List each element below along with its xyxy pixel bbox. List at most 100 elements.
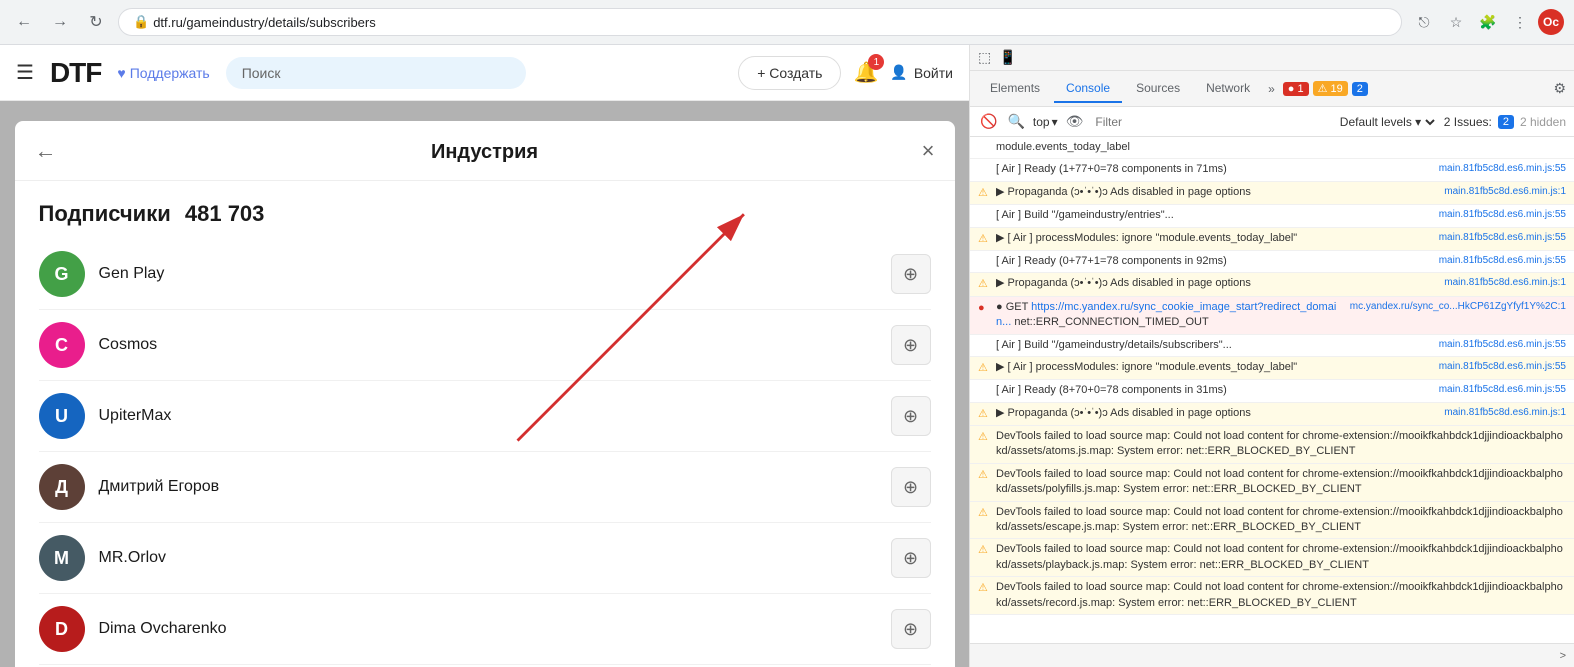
main-layout: ☰ DTF ♥ Поддержать Поиск + Создать 🔔 1 👤… xyxy=(0,45,1574,667)
filter-input[interactable] xyxy=(1091,113,1329,131)
follow-button[interactable]: ⊕ xyxy=(891,325,931,365)
log-entry: [ Air ] Ready (1+77+0=78 components in 7… xyxy=(970,159,1574,181)
inspect-icon[interactable]: ⬚ xyxy=(978,49,991,66)
clear-log-button[interactable]: 🚫 xyxy=(978,111,999,132)
log-icon: ⚠ xyxy=(978,543,992,558)
log-text: [ Air ] Build "/gameindustry/entries"... xyxy=(996,208,1435,223)
tab-more[interactable]: » xyxy=(1264,76,1279,102)
log-icon: ⚠ xyxy=(978,468,992,483)
follow-button[interactable]: ⊕ xyxy=(891,254,931,294)
log-link[interactable]: https://mc.yandex.ru/sync_cookie_image_s… xyxy=(996,301,1336,328)
log-source[interactable]: main.81fb5c8d.es6.min.js:1 xyxy=(1444,406,1566,420)
modal-back-button[interactable]: ← xyxy=(35,138,57,164)
filter-icon[interactable]: 🔍 xyxy=(1005,111,1026,132)
lock-icon: 🔒 xyxy=(133,14,149,30)
device-icon[interactable]: 📱 xyxy=(999,49,1016,66)
subscriber-name: Cosmos xyxy=(99,336,891,354)
browser-chrome: ← → ↻ 🔒 dtf.ru/gameindustry/details/subs… xyxy=(0,0,1574,45)
tab-sources[interactable]: Sources xyxy=(1124,75,1192,103)
follow-button[interactable]: ⊕ xyxy=(891,467,931,507)
modal-backdrop: ← Индустрия × Подписчики 481 703 GGen Pl… xyxy=(0,101,969,667)
bookmark-icon[interactable]: ☆ xyxy=(1442,8,1470,36)
log-icon: ⚠ xyxy=(978,430,992,445)
site-logo: DTF xyxy=(50,57,101,89)
support-label: Поддержать xyxy=(130,65,210,81)
subscriber-item: MMR.Orlov⊕ xyxy=(39,523,931,594)
header-right: + Создать 🔔 1 👤 Войти xyxy=(738,56,953,90)
log-entry: ⚠▶ [ Air ] processModules: ignore "modul… xyxy=(970,357,1574,380)
hamburger-menu[interactable]: ☰ xyxy=(16,60,34,85)
follow-button[interactable]: ⊕ xyxy=(891,609,931,649)
context-select[interactable]: top ▾ xyxy=(1033,115,1058,129)
prompt-label: > xyxy=(1560,650,1566,662)
eye-icon[interactable]: 👁 xyxy=(1064,111,1086,132)
subscriber-avatar: C xyxy=(39,322,85,368)
devtools-tabs: Elements Console Sources Network » ● 1 ⚠… xyxy=(970,71,1574,107)
support-link[interactable]: ♥ Поддержать xyxy=(117,65,209,81)
info-badge: 2 xyxy=(1352,82,1368,96)
tab-network[interactable]: Network xyxy=(1194,75,1262,103)
subscriber-item: ДДмитрий Егоров⊕ xyxy=(39,452,931,523)
follow-button[interactable]: ⊕ xyxy=(891,538,931,578)
subscriber-name: UpiterMax xyxy=(99,407,891,425)
cast-icon[interactable]: ⎋ xyxy=(1410,8,1438,36)
notification-button[interactable]: 🔔 1 xyxy=(853,60,878,85)
log-entry: ⚠▶ Propaganda (ɔ•ˈ•ˈ•)ɔ Ads disabled in … xyxy=(970,273,1574,296)
settings-icon[interactable]: ⚙ xyxy=(1553,80,1566,97)
log-source[interactable]: main.81fb5c8d.es6.min.js:55 xyxy=(1439,338,1566,352)
tab-elements[interactable]: Elements xyxy=(978,75,1052,103)
modal-close-button[interactable]: × xyxy=(922,138,935,164)
hidden-label: 2 hidden xyxy=(1520,115,1566,129)
panel-icons: ⬚ 📱 xyxy=(978,49,1017,66)
log-entry: ⚠ DevTools failed to load source map: Cou… xyxy=(970,502,1574,540)
forward-button[interactable]: → xyxy=(46,8,74,36)
subscriber-name: Gen Play xyxy=(99,265,891,283)
search-box[interactable]: Поиск xyxy=(226,57,526,89)
log-text: ▶ [ Air ] processModules: ignore "module… xyxy=(996,231,1435,246)
log-source[interactable]: main.81fb5c8d.es6.min.js:1 xyxy=(1444,276,1566,290)
warn-badge: ⚠ 19 xyxy=(1313,81,1348,96)
log-source[interactable]: main.81fb5c8d.es6.min.js:55 xyxy=(1439,231,1566,245)
browser-toolbar: ← → ↻ 🔒 dtf.ru/gameindustry/details/subs… xyxy=(0,0,1574,44)
subscriber-item: G Gen Play⊕ xyxy=(39,239,931,310)
log-text: [ Air ] Ready (1+77+0=78 components in 7… xyxy=(996,162,1435,177)
log-source[interactable]: main.81fb5c8d.es6.min.js:55 xyxy=(1439,383,1566,397)
menu-icon[interactable]: ⋮ xyxy=(1506,8,1534,36)
tab-console[interactable]: Console xyxy=(1054,75,1122,103)
devtools-panel: ⬚ 📱 Elements Console Sources Network » ●… xyxy=(970,45,1574,667)
log-text: ▶ Propaganda (ɔ•ˈ•ˈ•)ɔ Ads disabled in p… xyxy=(996,406,1440,421)
log-source[interactable]: main.81fb5c8d.es6.min.js:1 xyxy=(1444,185,1566,199)
log-icon: ⚠ xyxy=(978,277,992,292)
subscribers-title: Подписчики 481 703 xyxy=(39,201,265,226)
create-button[interactable]: + Создать xyxy=(738,56,841,90)
reload-button[interactable]: ↻ xyxy=(82,8,110,36)
log-entry: ⚠DevTools failed to load source map: Cou… xyxy=(970,577,1574,615)
levels-select[interactable]: Default levels ▾ xyxy=(1336,114,1438,130)
site-header: ☰ DTF ♥ Поддержать Поиск + Создать 🔔 1 👤… xyxy=(0,45,969,101)
log-source[interactable]: main.81fb5c8d.es6.min.js:55 xyxy=(1439,208,1566,222)
follow-button[interactable]: ⊕ xyxy=(891,396,931,436)
log-source[interactable]: main.81fb5c8d.es6.min.js:55 xyxy=(1439,162,1566,176)
extension-icon[interactable]: 🧩 xyxy=(1474,8,1502,36)
log-source[interactable]: main.81fb5c8d.es6.min.js:55 xyxy=(1439,254,1566,268)
log-entry: ⚠▶ [ Air ] processModules: ignore "modul… xyxy=(970,228,1574,251)
log-text: DevTools failed to load source map: Coul… xyxy=(996,429,1566,460)
avatar[interactable]: Oc xyxy=(1538,9,1564,35)
log-source[interactable]: main.81fb5c8d.es6.min.js:55 xyxy=(1439,360,1566,374)
devtools-log: module.events_today_label [ Air ] Ready … xyxy=(970,137,1574,643)
address-bar[interactable]: 🔒 dtf.ru/gameindustry/details/subscriber… xyxy=(118,8,1402,36)
subscriber-list: GGen Play⊕CCosmos⊕UUpiterMax⊕ДДмитрий Ег… xyxy=(15,239,955,667)
log-entry: module.events_today_label xyxy=(970,137,1574,159)
log-source[interactable]: mc.yandex.ru/sync_co...HkCP61ZgYfyf1Y%2C… xyxy=(1350,300,1566,314)
login-button[interactable]: 👤 Войти xyxy=(890,64,953,81)
log-text: [ Air ] Ready (0+77+1=78 components in 9… xyxy=(996,254,1435,269)
log-entry: [ Air ] Ready (8+70+0=78 components in 3… xyxy=(970,380,1574,402)
log-text: DevTools failed to load source map: Coul… xyxy=(996,505,1566,536)
log-icon: ⚠ xyxy=(978,581,992,596)
subscriber-avatar: G xyxy=(39,251,85,297)
subscriber-name: Dima Ovcharenko xyxy=(99,620,891,638)
url-text: dtf.ru/gameindustry/details/subscribers xyxy=(153,15,376,30)
issues-indicator: 2 Issues: 2 xyxy=(1444,115,1514,129)
log-icon: ⚠ xyxy=(978,506,992,521)
back-button[interactable]: ← xyxy=(10,8,38,36)
